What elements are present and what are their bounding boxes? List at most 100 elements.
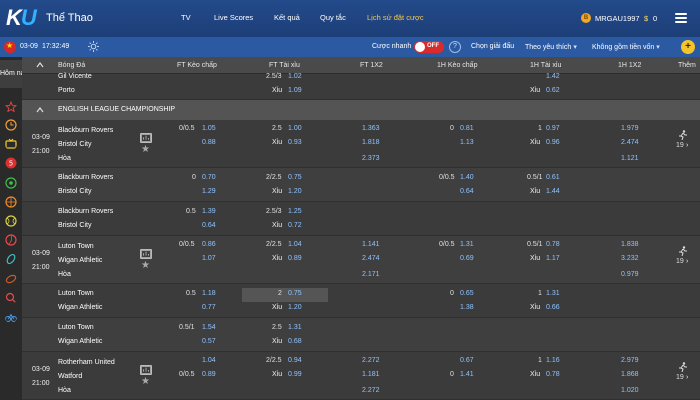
odds-value[interactable]: 0.66 xyxy=(546,304,560,311)
brightness-icon[interactable] xyxy=(88,41,99,52)
volleyball-icon[interactable] xyxy=(5,234,17,246)
odds-value[interactable]: 1.13 xyxy=(460,139,474,146)
collapse-chevron-icon[interactable] xyxy=(36,106,44,114)
odds-value[interactable]: 0.75 xyxy=(288,290,302,297)
table-tennis-icon[interactable] xyxy=(5,292,17,304)
odds-value[interactable]: 0.77 xyxy=(202,304,216,311)
odds-value[interactable]: 1.09 xyxy=(288,87,302,94)
odds-value[interactable]: 1.16 xyxy=(546,357,560,364)
odds-value[interactable]: 1.181 xyxy=(362,371,380,378)
odds-value[interactable]: 3.232 xyxy=(621,255,639,262)
odds-value[interactable]: 1.363 xyxy=(362,125,380,132)
odds-value[interactable]: 0.65 xyxy=(460,290,474,297)
odds-value[interactable]: 1.29 xyxy=(202,188,216,195)
odds-value[interactable]: 0.70 xyxy=(202,174,216,181)
odds-value[interactable]: 1.31 xyxy=(288,324,302,331)
collapse-chevron-icon[interactable] xyxy=(36,61,44,69)
badminton-icon[interactable] xyxy=(5,253,17,265)
select-league-button[interactable]: Chọn giải đấu xyxy=(471,43,514,50)
odds-value[interactable]: 0.979 xyxy=(621,271,639,278)
more-markets-count[interactable]: 19 xyxy=(676,374,684,381)
odds-value[interactable]: 1.40 xyxy=(460,174,474,181)
odds-value[interactable]: 0.68 xyxy=(288,338,302,345)
basketball-icon[interactable] xyxy=(5,196,17,208)
odds-value[interactable]: 2.979 xyxy=(621,357,639,364)
favorite-star-icon[interactable] xyxy=(5,101,17,113)
username[interactable]: MRGAU1997 xyxy=(595,14,640,23)
tv-icon[interactable] xyxy=(5,138,17,150)
odds-value[interactable]: 0.89 xyxy=(202,371,216,378)
favorite-star-icon[interactable]: ★ xyxy=(141,376,150,387)
odds-filter-dropdown[interactable]: Không gồm tiền vốn ▾ xyxy=(592,43,660,51)
nav-results[interactable]: Kết quả xyxy=(274,13,300,22)
odds-value[interactable]: 1.41 xyxy=(460,371,474,378)
odds-value[interactable]: 2.272 xyxy=(362,387,380,394)
odds-value[interactable]: 0.94 xyxy=(288,357,302,364)
odds-value[interactable]: 0.78 xyxy=(546,241,560,248)
nav-tv[interactable]: TV xyxy=(181,13,191,22)
odds-value[interactable]: 0.89 xyxy=(288,255,302,262)
runner-icon[interactable] xyxy=(678,246,688,256)
odds-value[interactable]: 1.020 xyxy=(621,387,639,394)
runner-icon[interactable] xyxy=(678,130,688,140)
soccer-ball-icon[interactable] xyxy=(5,177,17,189)
odds-value[interactable]: 1.20 xyxy=(288,188,302,195)
odds-value[interactable]: 1.04 xyxy=(288,241,302,248)
odds-value[interactable]: 1.18 xyxy=(202,290,216,297)
stats-icon[interactable] xyxy=(140,365,152,375)
odds-value[interactable]: 1.17 xyxy=(546,255,560,262)
odds-value[interactable]: 1.38 xyxy=(460,304,474,311)
odds-value[interactable]: 2.474 xyxy=(621,139,639,146)
favorite-star-icon[interactable]: ★ xyxy=(141,144,150,155)
stats-icon[interactable] xyxy=(140,249,152,259)
odds-value[interactable]: 1.42 xyxy=(546,73,560,80)
odds-value[interactable]: 2.272 xyxy=(362,357,380,364)
odds-value[interactable]: 0.64 xyxy=(460,188,474,195)
nav-bet-history[interactable]: Lịch sử đặt cược xyxy=(367,13,424,22)
odds-value[interactable]: 1.05 xyxy=(202,125,216,132)
odds-value[interactable]: 1.25 xyxy=(288,208,302,215)
odds-value[interactable]: 1.979 xyxy=(621,125,639,132)
nav-live-scores[interactable]: Live Scores xyxy=(214,13,253,22)
odds-value[interactable]: 0.64 xyxy=(202,222,216,229)
odds-value[interactable]: 1.141 xyxy=(362,241,380,248)
odds-value[interactable]: 1.868 xyxy=(621,371,639,378)
runner-icon[interactable] xyxy=(678,362,688,372)
odds-value[interactable]: 0.78 xyxy=(546,371,560,378)
odds-value[interactable]: 0.75 xyxy=(288,174,302,181)
vietnam-flag-icon[interactable] xyxy=(4,41,16,53)
odds-value[interactable]: 0.86 xyxy=(202,241,216,248)
odds-value[interactable]: 2.474 xyxy=(362,255,380,262)
odds-value[interactable]: 0.88 xyxy=(202,139,216,146)
odds-value[interactable]: 0.61 xyxy=(546,174,560,181)
odds-value[interactable]: 0.72 xyxy=(288,222,302,229)
odds-value[interactable]: 1.31 xyxy=(546,290,560,297)
league-header[interactable]: ENGLISH LEAGUE CHAMPIONSHIP xyxy=(22,100,700,120)
odds-value[interactable]: 1.838 xyxy=(621,241,639,248)
sort-dropdown[interactable]: Theo yêu thích ▾ xyxy=(525,43,577,51)
cycling-icon[interactable] xyxy=(5,311,17,323)
odds-value[interactable]: 1.07 xyxy=(202,255,216,262)
stats-icon[interactable] xyxy=(140,133,152,143)
more-markets-count[interactable]: 19 xyxy=(676,258,684,265)
odds-value[interactable]: 1.44 xyxy=(546,188,560,195)
chevron-right-icon[interactable]: › xyxy=(686,142,688,149)
help-icon[interactable]: ? xyxy=(449,41,461,53)
more-markets-count[interactable]: 19 xyxy=(676,142,684,149)
odds-value[interactable]: 1.818 xyxy=(362,139,380,146)
odds-value[interactable]: 0.57 xyxy=(202,338,216,345)
chevron-right-icon[interactable]: › xyxy=(686,258,688,265)
favorite-star-icon[interactable]: ★ xyxy=(141,260,150,271)
odds-value[interactable]: 1.121 xyxy=(621,155,639,162)
odds-value[interactable]: 1.02 xyxy=(288,73,302,80)
today-tab[interactable]: Hôm nay xyxy=(0,60,24,88)
odds-value[interactable]: 1.54 xyxy=(202,324,216,331)
odds-value[interactable]: 0.93 xyxy=(288,139,302,146)
odds-value[interactable]: 0.67 xyxy=(460,357,474,364)
odds-value[interactable]: 1.39 xyxy=(202,208,216,215)
odds-value[interactable]: 0.99 xyxy=(288,371,302,378)
live-clock-icon[interactable] xyxy=(5,119,17,131)
odds-value[interactable]: 2.171 xyxy=(362,271,380,278)
add-button[interactable]: + xyxy=(681,40,695,54)
number-five-icon[interactable]: 5 xyxy=(5,157,17,169)
